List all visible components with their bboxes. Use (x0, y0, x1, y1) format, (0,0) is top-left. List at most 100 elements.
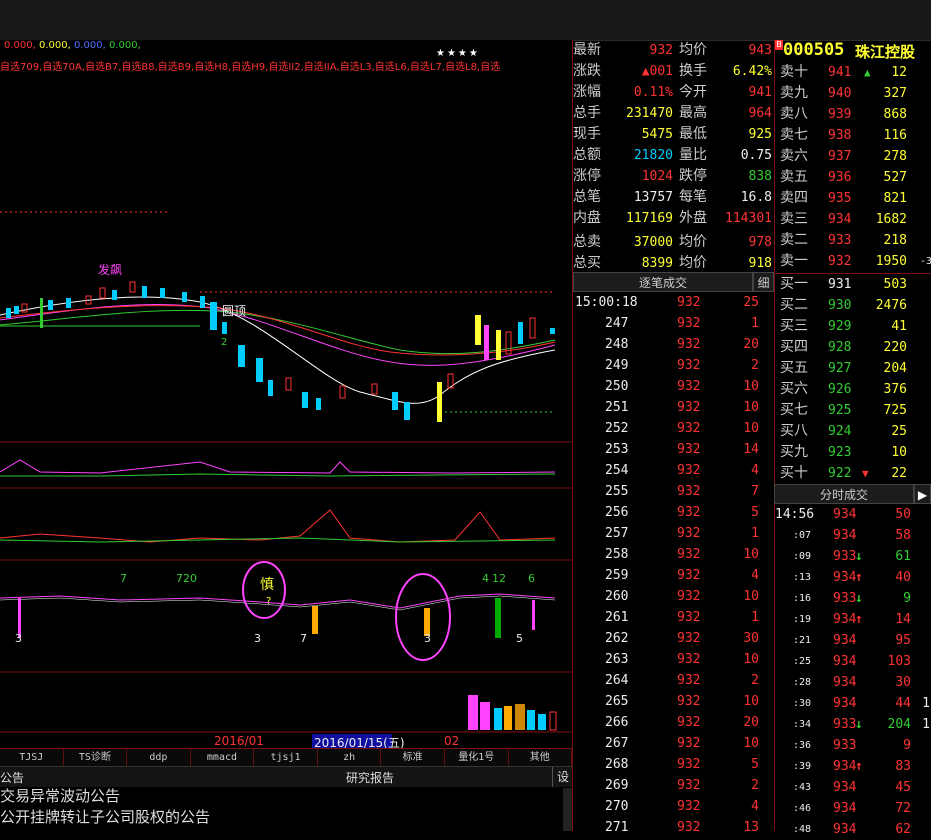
tick-volume: 4 (751, 568, 759, 583)
buy-level[interactable]: 买九 923 10 (776, 442, 931, 463)
tab-mmacd[interactable]: mmacd (191, 749, 255, 767)
minute-price: 934 (833, 675, 857, 690)
tab-tjsj1[interactable]: tjsj1 (254, 749, 318, 767)
quote-row: 总手 231470 最高 964 (573, 103, 773, 124)
news-scrollbar[interactable] (563, 788, 572, 831)
quote-label: 均价 (679, 42, 707, 58)
sell-level[interactable]: 卖十 941 ▲ 12 (776, 62, 931, 83)
tab-standard[interactable]: 标准 (381, 749, 445, 767)
tick-price: 932 (677, 547, 701, 562)
tab-announcement[interactable]: 公告 (0, 769, 24, 786)
tab-zh[interactable]: zh (318, 749, 382, 767)
down-arrow-icon: ↓ (855, 717, 863, 732)
tab-other[interactable]: 其他 (509, 749, 573, 767)
minute-volume: 72 (895, 801, 911, 816)
sell-level[interactable]: 卖一 932 1950 -30 (776, 251, 931, 272)
down-arrow-icon: ↓ (855, 549, 863, 564)
sell-level[interactable]: 卖九 940 327 (776, 83, 931, 104)
tick-volume: 4 (751, 799, 759, 814)
minute-volume: 95 (895, 633, 911, 648)
tab-quant1[interactable]: 量化1号 (445, 749, 509, 767)
minute-trades-header[interactable]: 分时成交 (774, 484, 914, 504)
quote-label: 涨跌 (573, 63, 601, 79)
tick-price: 932 (677, 673, 701, 688)
sell-level[interactable]: 卖六 937 278 (776, 146, 931, 167)
minute-time: :21 (793, 635, 812, 646)
tab-tjsj[interactable]: TJSJ (0, 749, 64, 767)
quote-label: 最低 (679, 126, 707, 142)
tab-ts-diagnosis[interactable]: TS诊断 (64, 749, 128, 767)
minute-trade-row: :19 934 ↑ 14 (775, 609, 931, 630)
level-price: 922 (828, 466, 852, 481)
tick-detail-toggle[interactable]: 细 (753, 272, 774, 292)
minute-volume: 9 (903, 738, 911, 753)
buy-level[interactable]: 买六 926 376 (776, 379, 931, 400)
tick-time: 249 (605, 358, 629, 373)
minute-trades-arrow[interactable]: ▶ (914, 484, 931, 504)
level-price: 934 (828, 212, 852, 227)
buy-level[interactable]: 买三 929 41 (776, 316, 931, 337)
tick-time: 256 (605, 505, 629, 520)
sell-level[interactable]: 卖五 936 527 (776, 167, 931, 188)
tick-row: 261 932 1 (573, 607, 773, 628)
quote-label: 外盘 (679, 210, 707, 226)
oscillator-value: 7 (120, 572, 127, 585)
tick-volume: 10 (743, 589, 759, 604)
minute-volume: 50 (895, 507, 911, 522)
tick-time: 254 (605, 463, 629, 478)
quote-value: 1024 (641, 169, 673, 184)
quote-row: 最新 932 均价 943 (573, 40, 773, 61)
level-label: 买二 (780, 297, 808, 313)
tick-time: 263 (605, 652, 629, 667)
tick-price: 932 (677, 631, 701, 646)
news-item[interactable]: 交易异常波动公告 (0, 786, 572, 807)
tab-ddp[interactable]: ddp (127, 749, 191, 767)
buy-level[interactable]: 买五 927 204 (776, 358, 931, 379)
minute-volume: 45 (895, 780, 911, 795)
minute-time: :39 (793, 761, 812, 772)
level-volume: 327 (883, 86, 907, 101)
stock-code: 000505 (783, 40, 845, 60)
sell-level[interactable]: 卖三 934 1682 (776, 209, 931, 230)
tick-price: 932 (677, 337, 701, 352)
sell-level[interactable]: 卖八 939 868 (776, 104, 931, 125)
oscillator-value: 6 (528, 572, 535, 585)
signal-label-question: ? (266, 596, 272, 607)
tick-time: 267 (605, 736, 629, 751)
level-label: 买八 (780, 423, 808, 439)
tick-row: 260 932 10 (573, 586, 773, 607)
quote-value: 114301 (725, 211, 772, 226)
level-label: 卖三 (780, 211, 808, 227)
buy-level[interactable]: 买七 925 725 (776, 400, 931, 421)
minute-time: :48 (793, 824, 812, 835)
tick-volume: 10 (743, 379, 759, 394)
quote-label: 最高 (679, 105, 707, 121)
tick-volume: 10 (743, 400, 759, 415)
news-item[interactable]: 公开挂牌转让子公司股权的公告 (0, 807, 572, 828)
buy-level[interactable]: 买一 931 503 (776, 274, 931, 295)
level-volume: 821 (883, 191, 907, 206)
quote-value: 0.11% (633, 85, 673, 100)
minute-trades-list: 14:56 934 50:07 934 58:09 933 ↓ 61:13 934 ↑ 40:16 9… (775, 504, 931, 837)
quote-row: 涨停 1024 跌停 838 (573, 166, 773, 187)
buy-level[interactable]: 买十 922 ▼ 22 (776, 463, 931, 484)
buy-level[interactable]: 买八 924 25 (776, 421, 931, 442)
buy-level[interactable]: 买四 928 220 (776, 337, 931, 358)
level-volume: 204 (883, 361, 907, 376)
indicator-tabs: TJSJ TS诊断 ddp mmacd tjsj1 zh 标准 量化1号 其他 (0, 748, 573, 767)
buy-level[interactable]: 买二 930 2476 (776, 295, 931, 316)
tick-time: 265 (605, 694, 629, 709)
minute-trade-row: :07 934 58 (775, 525, 931, 546)
kline-chart[interactable]: 0.000, 0.000, 0.000, 0.000, 自选709,自选70A,… (0, 40, 572, 750)
tick-row: 256 932 5 (573, 502, 773, 523)
tab-research-report[interactable]: 研究报告 (346, 769, 394, 786)
oscillator-value: 12 (492, 572, 506, 585)
quote-value: 37000 (633, 235, 673, 250)
level-price: 939 (828, 107, 852, 122)
sell-level[interactable]: 卖二 933 218 (776, 230, 931, 251)
tick-detail-header[interactable]: 逐笔成交 (573, 272, 753, 292)
quote-label: 每笔 (679, 189, 707, 205)
sell-level[interactable]: 卖七 938 116 (776, 125, 931, 146)
settings-button[interactable]: 设 (552, 767, 573, 787)
sell-level[interactable]: 卖四 935 821 (776, 188, 931, 209)
